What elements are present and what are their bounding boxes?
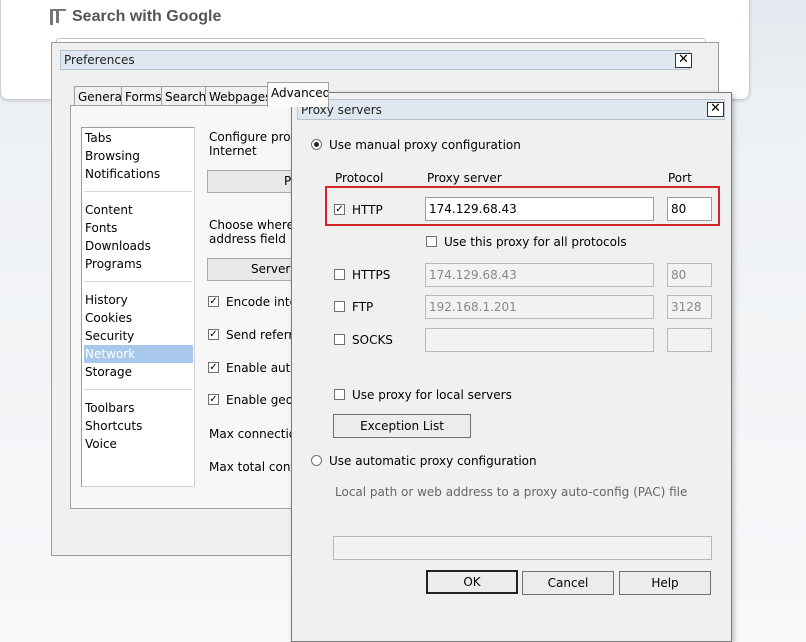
category-downloads[interactable]: Downloads xyxy=(84,237,193,255)
send-referrer-checkbox[interactable] xyxy=(208,329,219,340)
socks-proxy-server-input[interactable] xyxy=(425,328,654,352)
enable-geolocation-checkbox[interactable] xyxy=(208,394,219,405)
category-programs[interactable]: Programs xyxy=(84,255,193,273)
category-notifications[interactable]: Notifications xyxy=(84,165,193,183)
proxy-servers-button[interactable]: P xyxy=(207,170,297,193)
socks-port-input[interactable] xyxy=(667,328,712,352)
proxy-dialog-titlebar: Proxy servers ✕ xyxy=(297,99,725,120)
http-checkbox[interactable] xyxy=(334,204,345,215)
category-shortcuts[interactable]: Shortcuts xyxy=(84,417,193,435)
exception-list-button[interactable]: Exception List xyxy=(333,414,471,438)
opera-logo-icon xyxy=(50,9,66,25)
https-label: HTTPS xyxy=(352,268,391,282)
proxy-dialog-close-button[interactable]: ✕ xyxy=(707,102,724,117)
help-button[interactable]: Help xyxy=(619,571,711,595)
pac-description: Local path or web address to a proxy aut… xyxy=(335,485,688,499)
ftp-label: FTP xyxy=(352,300,374,314)
tab-advanced[interactable]: Advanced xyxy=(267,82,329,107)
search-engine-title: Search with Google xyxy=(50,8,221,26)
choose-where-text-line2: address field xyxy=(209,232,286,246)
enable-auto-checkbox[interactable] xyxy=(208,362,219,373)
max-connections-label: Max connection xyxy=(209,427,304,441)
category-divider xyxy=(84,389,192,390)
category-tabs[interactable]: Tabs xyxy=(84,129,193,147)
proxy-server-header: Proxy server xyxy=(427,171,502,185)
category-divider xyxy=(84,191,192,192)
ftp-port-input[interactable]: 3128 xyxy=(667,295,712,319)
cancel-button[interactable]: Cancel xyxy=(522,571,614,595)
manual-proxy-radio[interactable] xyxy=(311,139,322,150)
category-cookies[interactable]: Cookies xyxy=(84,309,193,327)
local-servers-label: Use proxy for local servers xyxy=(352,388,512,402)
preferences-close-button[interactable]: ✕ xyxy=(675,53,692,68)
category-list[interactable]: Tabs Browsing Notifications Content Font… xyxy=(81,127,195,487)
category-fonts[interactable]: Fonts xyxy=(84,219,193,237)
protocol-header: Protocol xyxy=(335,171,384,185)
category-network[interactable]: Network xyxy=(84,345,193,363)
pac-url-input[interactable] xyxy=(333,536,712,560)
socks-checkbox[interactable] xyxy=(334,334,345,345)
http-port-input[interactable]: 80 xyxy=(667,197,712,221)
preferences-title: Preferences xyxy=(64,53,135,67)
tab-forms[interactable]: Forms xyxy=(121,86,166,106)
proxy-servers-dialog: Proxy servers ✕ Use manual proxy configu… xyxy=(291,92,732,642)
port-header: Port xyxy=(668,171,692,185)
tab-webpages[interactable]: Webpages xyxy=(205,86,276,106)
ftp-checkbox[interactable] xyxy=(334,301,345,312)
server-name-completion-button[interactable]: Server N xyxy=(207,258,297,281)
all-protocols-label: Use this proxy for all protocols xyxy=(444,235,627,249)
socks-label: SOCKS xyxy=(352,333,393,347)
encode-checkbox[interactable] xyxy=(208,296,219,307)
http-proxy-server-input[interactable]: 174.129.68.43 xyxy=(425,197,654,221)
category-divider xyxy=(84,281,192,282)
category-storage[interactable]: Storage xyxy=(84,363,193,381)
search-title-text: Search with Google xyxy=(72,8,222,25)
https-proxy-server-input[interactable]: 174.129.68.43 xyxy=(425,263,654,287)
local-servers-checkbox[interactable] xyxy=(334,389,345,400)
https-checkbox[interactable] xyxy=(334,269,345,280)
preferences-titlebar: Preferences ✕ xyxy=(60,50,692,70)
category-toolbars[interactable]: Toolbars xyxy=(84,399,193,417)
category-history[interactable]: History xyxy=(84,291,193,309)
category-content[interactable]: Content xyxy=(84,201,193,219)
automatic-proxy-label: Use automatic proxy configuration xyxy=(329,454,537,468)
manual-proxy-label: Use manual proxy configuration xyxy=(329,138,521,152)
category-browsing[interactable]: Browsing xyxy=(84,147,193,165)
configure-proxy-text-line2: Internet xyxy=(209,144,257,158)
ftp-proxy-server-input[interactable]: 192.168.1.201 xyxy=(425,295,654,319)
http-label: HTTP xyxy=(352,203,383,217)
tab-search[interactable]: Search xyxy=(161,86,211,106)
ok-button[interactable]: OK xyxy=(426,570,518,594)
automatic-proxy-radio[interactable] xyxy=(311,455,322,466)
all-protocols-checkbox[interactable] xyxy=(426,236,437,247)
category-security[interactable]: Security xyxy=(84,327,193,345)
category-voice[interactable]: Voice xyxy=(84,435,193,453)
https-port-input[interactable]: 80 xyxy=(667,263,712,287)
